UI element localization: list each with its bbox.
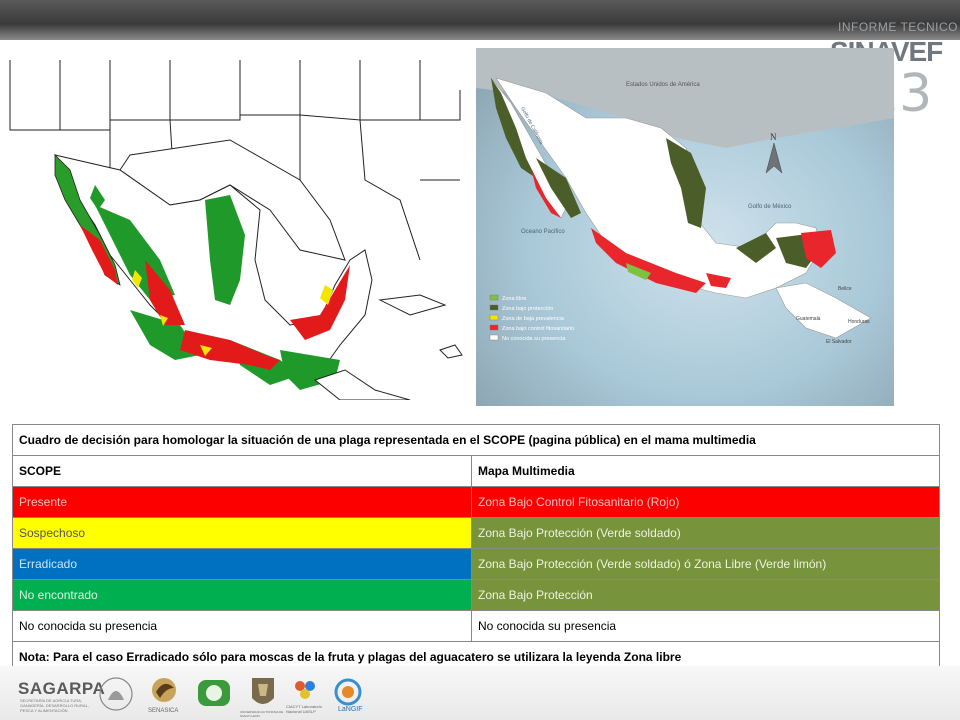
top-bar xyxy=(0,0,960,40)
brand-line1: INFORME TECNICO xyxy=(838,20,958,34)
multimedia-cell: Zona Bajo Control Fitosanitario (Rojo) xyxy=(471,486,940,518)
col-header-multimedia: Mapa Multimedia xyxy=(471,455,940,487)
label-usa: Estados Unidos de América xyxy=(626,82,700,88)
label-belize: Belice xyxy=(838,286,852,292)
ciacyt-label: CIACYT Laboratorio Nacional UASLP xyxy=(286,704,322,714)
scope-cell: Presente xyxy=(12,486,472,518)
col-header-scope: SCOPE xyxy=(12,455,472,487)
multimedia-cell: Zona Bajo Protección (Verde soldado) ó Z… xyxy=(471,548,940,580)
scope-map xyxy=(9,60,463,400)
senasica-label: SENASICA xyxy=(148,708,179,714)
sagarpa-subtitle: SECRETARÍA DE AGRICULTURA, GANADERÍA, DE… xyxy=(20,698,89,713)
table-row: Presente Zona Bajo Control Fitosanitario… xyxy=(12,486,940,518)
scope-cell: Erradicado xyxy=(12,548,472,580)
table-row: Erradicado Zona Bajo Protección (Verde s… xyxy=(12,548,940,580)
label-honduras: Honduras xyxy=(848,319,870,325)
mexico-seal-icon xyxy=(99,677,133,711)
scope-cell: No encontrado xyxy=(12,579,472,611)
sagarpa-logo: SAGARPA xyxy=(18,679,106,698)
multimedia-map: Estados Unidos de América Belice Guatema… xyxy=(476,48,894,406)
uanl-shield-icon xyxy=(252,678,274,704)
multimedia-cell: No conocida su presencia xyxy=(471,610,940,642)
label-guatemala: Guatemala xyxy=(796,316,821,322)
table-header-row: SCOPE Mapa Multimedia xyxy=(12,455,940,487)
multimedia-cell: Zona Bajo Protección xyxy=(471,579,940,611)
uanl-label: UNIVERSIDAD AUTONOMA DE NUEVO LEON xyxy=(240,710,284,718)
table-title-row: Cuadro de decisión para homologar la sit… xyxy=(12,424,940,456)
table-row: No conocida su presencia No conocida su … xyxy=(12,610,940,642)
label-el-salvador: El Salvador xyxy=(826,339,852,345)
green-badge-logo-icon xyxy=(198,680,230,706)
scope-cell: No conocida su presencia xyxy=(12,610,472,642)
multimedia-cell: Zona Bajo Protección (Verde soldado) xyxy=(471,517,940,549)
label-gulf-mexico: Golfo de México xyxy=(748,204,792,210)
label-pacific: Oceano Pacifico xyxy=(521,229,565,235)
legend-item: No conocida su presencia xyxy=(502,336,566,342)
table-title: Cuadro de decisión para homologar la sit… xyxy=(12,424,940,456)
decision-table: Cuadro de decisión para homologar la sit… xyxy=(12,424,940,673)
legend-item: Zona libre xyxy=(502,296,526,302)
table-row: Sospechoso Zona Bajo Protección (Verde s… xyxy=(12,517,940,549)
legend-item: Zona bajo control fitosanitario xyxy=(502,326,574,332)
legend-item: Zona bajo protección xyxy=(502,306,553,312)
scope-cell: Sospechoso xyxy=(12,517,472,549)
footer-logos: SAGARPA SECRETARÍA DE AGRICULTURA, GANAD… xyxy=(0,666,960,720)
legend-item: Zona de baja prevalencia xyxy=(502,316,565,322)
table-row: No encontrado Zona Bajo Protección xyxy=(12,579,940,611)
langif-label: LaNGIF xyxy=(338,706,363,713)
compass-north: N xyxy=(770,132,777,142)
